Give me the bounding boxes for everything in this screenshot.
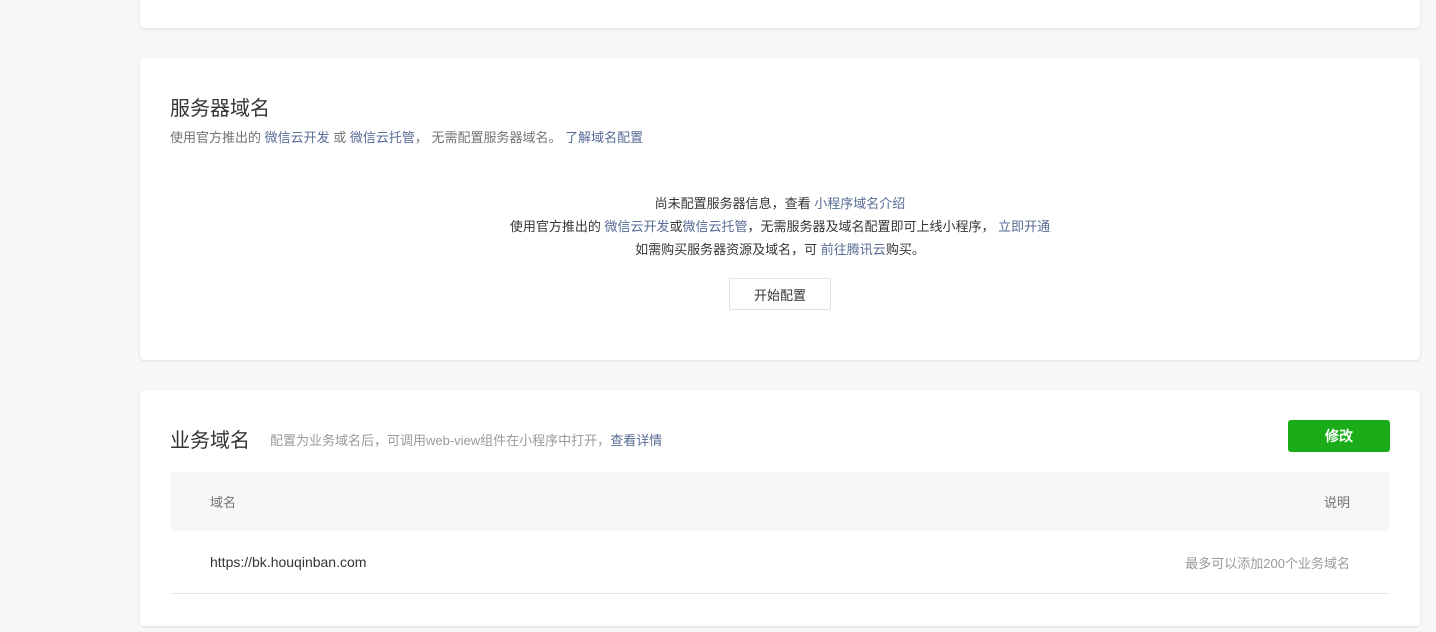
col-domain-header: 域名 xyxy=(210,495,237,510)
desc-mid: ， 无需配置服务器域名。 xyxy=(414,130,566,145)
view-details-link[interactable]: 查看详情 xyxy=(610,433,662,448)
empty-line-2-mid: ，无需服务器及域名配置即可上线小程序， xyxy=(747,219,999,234)
top-card xyxy=(140,0,1420,28)
business-domain-card: 业务域名 配置为业务域名后，可调用web-view组件在小程序中打开，查看详情 … xyxy=(140,390,1420,626)
table-header: 域名 说明 xyxy=(170,472,1390,531)
cloud-dev-link[interactable]: 微信云开发 xyxy=(604,219,669,234)
server-domain-title: 服务器域名 xyxy=(170,98,270,120)
note-cell: 最多可以添加200个业务域名 xyxy=(1185,555,1350,571)
empty-line-2-prefix: 使用官方推出的 xyxy=(509,219,605,234)
business-domain-desc: 配置为业务域名后，可调用web-view组件在小程序中打开，查看详情 xyxy=(270,430,662,449)
server-domain-desc: 使用官方推出的 微信云开发 或 微信云托管， 无需配置服务器域名。 了解域名配置 xyxy=(170,127,643,146)
business-desc-text: 配置为业务域名后，可调用web-view组件在小程序中打开， xyxy=(270,433,611,448)
domain-intro-link[interactable]: 小程序域名介绍 xyxy=(814,196,905,211)
empty-line-2: 使用官方推出的 微信云开发或微信云托管，无需服务器及域名配置即可上线小程序， 立… xyxy=(140,215,1420,238)
col-note-header: 说明 xyxy=(1323,495,1350,510)
empty-state: 尚未配置服务器信息，查看 小程序域名介绍 使用官方推出的 微信云开发或微信云托管… xyxy=(140,192,1420,261)
wechat-cloud-dev-link[interactable]: 微信云开发 xyxy=(265,130,330,145)
edit-button[interactable]: 修改 xyxy=(1288,420,1390,452)
start-config-button[interactable]: 开始配置 xyxy=(729,278,831,310)
desc-prefix: 使用官方推出的 xyxy=(170,130,265,145)
activate-now-link[interactable]: 立即开通 xyxy=(998,219,1050,234)
empty-line-2-or: 或 xyxy=(669,219,683,234)
server-domain-card: 服务器域名 使用官方推出的 微信云开发 或 微信云托管， 无需配置服务器域名。 … xyxy=(140,58,1420,360)
business-domain-title: 业务域名 xyxy=(170,430,250,452)
cloud-hosting-link[interactable]: 微信云托管 xyxy=(683,219,748,234)
empty-line-3-suffix: 购买。 xyxy=(885,242,925,257)
domain-cell: https://bk.houqinban.com xyxy=(210,554,367,570)
tencent-cloud-link[interactable]: 前往腾讯云 xyxy=(821,242,886,257)
learn-domain-config-link[interactable]: 了解域名配置 xyxy=(565,130,643,145)
empty-line-3-prefix: 如需购买服务器资源及域名，可 xyxy=(635,242,821,257)
table-row: https://bk.houqinban.com 最多可以添加200个业务域名 xyxy=(170,531,1390,594)
empty-line-1: 尚未配置服务器信息，查看 小程序域名介绍 xyxy=(140,192,1420,215)
empty-line-3: 如需购买服务器资源及域名，可 前往腾讯云购买。 xyxy=(140,238,1420,261)
desc-or: 或 xyxy=(329,130,350,145)
business-domain-table: 域名 说明 https://bk.houqinban.com 最多可以添加200… xyxy=(170,472,1390,594)
wechat-cloud-hosting-link[interactable]: 微信云托管 xyxy=(350,130,415,145)
empty-line-1-text: 尚未配置服务器信息，查看 xyxy=(654,196,815,211)
